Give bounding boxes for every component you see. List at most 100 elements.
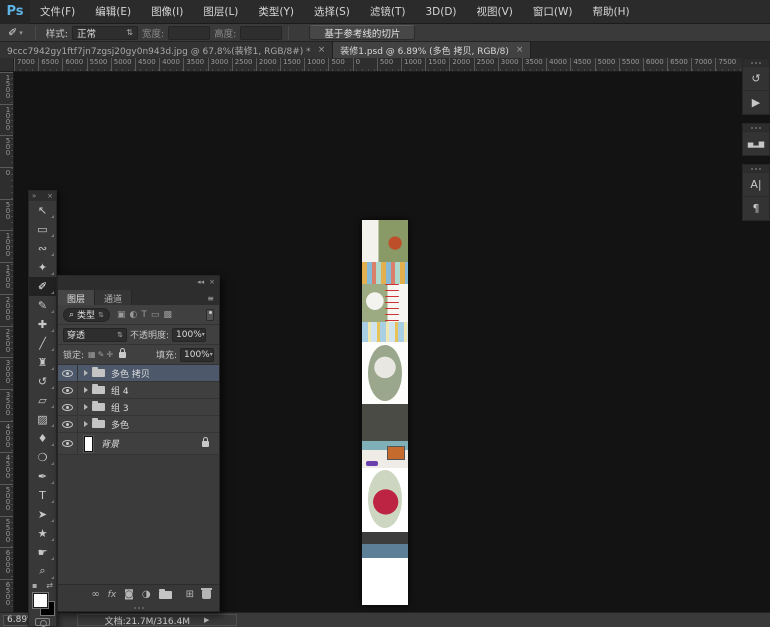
lock-position-icon[interactable]: ✛: [106, 350, 113, 359]
menu-item[interactable]: 滤镜(T): [360, 0, 416, 24]
menu-item[interactable]: 选择(S): [304, 0, 360, 24]
character-panel-icon[interactable]: A|: [743, 172, 769, 196]
document-tab[interactable]: 9ccc7942gy1ftf7jn7zgsj20gy0n943d.jpg @ 6…: [0, 42, 333, 58]
custom-shape-tool[interactable]: ★: [29, 524, 56, 543]
menu-item[interactable]: 窗口(W): [523, 0, 583, 24]
collapse-panel-icon[interactable]: ◂◂: [197, 278, 204, 286]
eyedropper-tool[interactable]: ✎: [29, 296, 56, 315]
close-tab-icon[interactable]: ×: [516, 45, 524, 55]
lock-all-icon[interactable]: [119, 352, 126, 358]
expand-arrow-icon[interactable]: [84, 404, 88, 410]
dodge-tool[interactable]: ❍: [29, 448, 56, 467]
document-size-field[interactable]: 文档:21.7M/316.4M ▶: [77, 614, 237, 626]
menu-item[interactable]: 视图(V): [467, 0, 523, 24]
close-panel-icon[interactable]: ×: [47, 192, 53, 200]
filter-shape-layers-icon[interactable]: ▭: [151, 310, 160, 320]
tab-channels[interactable]: 通道: [95, 290, 132, 305]
background-layer-row[interactable]: 背景: [58, 433, 219, 455]
layer-row[interactable]: 多色 拷贝: [58, 365, 219, 382]
magic-wand-tool[interactable]: ✦: [29, 258, 56, 277]
drag-grip[interactable]: [743, 59, 769, 66]
lasso-tool[interactable]: ∾: [29, 239, 56, 258]
layer-style-icon[interactable]: fx: [108, 590, 117, 600]
expand-arrow-icon[interactable]: [84, 387, 88, 393]
status-menu-arrow-icon[interactable]: ▶: [204, 616, 209, 624]
layer-row[interactable]: 组 3: [58, 399, 219, 416]
slice-tool-icon[interactable]: ✐: [8, 26, 17, 39]
filter-adjustment-layers-icon[interactable]: ◐: [129, 310, 137, 320]
panel-menu-icon[interactable]: ≡: [207, 294, 219, 305]
slice-tool[interactable]: ✐: [29, 277, 56, 296]
menu-item[interactable]: 图层(L): [193, 0, 248, 24]
paragraph-panel-icon[interactable]: ¶: [743, 196, 769, 220]
blend-mode-select[interactable]: 穿透 ⇅: [63, 328, 127, 342]
pen-tool[interactable]: ✒: [29, 467, 56, 486]
filter-smart-objects-icon[interactable]: ▩: [163, 310, 172, 320]
move-tool[interactable]: ↖: [29, 201, 56, 220]
layer-filter-select[interactable]: ⌕ 类型 ⇅: [63, 308, 110, 322]
layer-mask-icon[interactable]: ◙: [124, 589, 134, 600]
close-panel-icon[interactable]: ×: [209, 278, 215, 286]
link-layers-icon[interactable]: ∞: [91, 589, 99, 600]
visibility-toggle[interactable]: [58, 365, 78, 381]
layer-row[interactable]: 组 4: [58, 382, 219, 399]
actions-panel-icon[interactable]: ▶: [743, 90, 769, 114]
delete-layer-icon[interactable]: [202, 590, 211, 599]
visibility-toggle[interactable]: [58, 382, 78, 398]
menu-item[interactable]: 文件(F): [30, 0, 85, 24]
filter-type-layers-icon[interactable]: T: [141, 310, 147, 320]
filter-pixel-layers-icon[interactable]: ▣: [117, 310, 126, 320]
eraser-tool[interactable]: ▱: [29, 391, 56, 410]
drag-grip[interactable]: [743, 165, 769, 172]
default-colors-icon[interactable]: ▪: [32, 581, 37, 590]
clone-stamp-tool[interactable]: ♜: [29, 353, 56, 372]
filter-toggle-switch[interactable]: [206, 309, 214, 321]
slices-from-guides-button[interactable]: 基于参考线的切片: [309, 25, 415, 40]
blur-tool[interactable]: ♦: [29, 429, 56, 448]
healing-brush-tool[interactable]: ✚: [29, 315, 56, 334]
zoom-tool[interactable]: ⌕: [29, 562, 56, 581]
document-tab[interactable]: 装修1.psd @ 6.89% (多色 拷贝, RGB/8) ×: [333, 42, 531, 58]
lock-transparency-icon[interactable]: ▦: [88, 350, 96, 359]
opacity-field[interactable]: 100% ▾: [172, 328, 206, 342]
panel-resize-grip[interactable]: [58, 604, 219, 611]
fill-field[interactable]: 100% ▾: [180, 348, 214, 362]
foreground-color-swatch[interactable]: [33, 593, 48, 608]
folder-icon: [92, 420, 105, 428]
marquee-tool[interactable]: ▭: [29, 220, 56, 239]
visibility-toggle[interactable]: [58, 433, 78, 454]
menu-item[interactable]: 编辑(E): [85, 0, 141, 24]
menu-item[interactable]: 图像(I): [141, 0, 193, 24]
new-group-icon[interactable]: [159, 591, 172, 599]
menu-item[interactable]: 3D(D): [415, 0, 466, 24]
style-select[interactable]: 正常 ⇅: [72, 26, 138, 40]
hand-tool[interactable]: ☛: [29, 543, 56, 562]
swap-colors-icon[interactable]: ⇄: [46, 581, 53, 590]
quick-mask-icon[interactable]: [35, 618, 50, 626]
menu-item[interactable]: 帮助(H): [583, 0, 640, 24]
expand-arrow-icon[interactable]: [84, 421, 88, 427]
tool-preset-dropdown-icon[interactable]: ▾: [19, 29, 23, 37]
width-input[interactable]: [168, 26, 210, 40]
new-layer-icon[interactable]: ⊞: [186, 589, 194, 600]
type-tool[interactable]: T: [29, 486, 56, 505]
visibility-toggle[interactable]: [58, 399, 78, 415]
history-brush-tool[interactable]: ↺: [29, 372, 56, 391]
expand-arrow-icon[interactable]: [84, 370, 88, 376]
document-canvas[interactable]: [362, 220, 408, 605]
collapse-panel-icon[interactable]: »: [32, 192, 36, 200]
lock-paint-icon[interactable]: ✎: [98, 350, 105, 359]
height-input[interactable]: [240, 26, 282, 40]
layer-row[interactable]: 多色: [58, 416, 219, 433]
brush-tool[interactable]: ╱: [29, 334, 56, 353]
visibility-toggle[interactable]: [58, 416, 78, 432]
gradient-tool[interactable]: ▨: [29, 410, 56, 429]
menu-item[interactable]: 类型(Y): [248, 0, 304, 24]
histogram-panel-icon[interactable]: ▅▂▆: [743, 131, 769, 155]
tab-layers[interactable]: 图层: [58, 290, 95, 305]
path-selection-tool[interactable]: ➤: [29, 505, 56, 524]
drag-grip[interactable]: [743, 124, 769, 131]
history-panel-icon[interactable]: ↺: [743, 66, 769, 90]
close-tab-icon[interactable]: ×: [318, 45, 326, 55]
adjustment-layer-icon[interactable]: ◑: [142, 589, 151, 600]
